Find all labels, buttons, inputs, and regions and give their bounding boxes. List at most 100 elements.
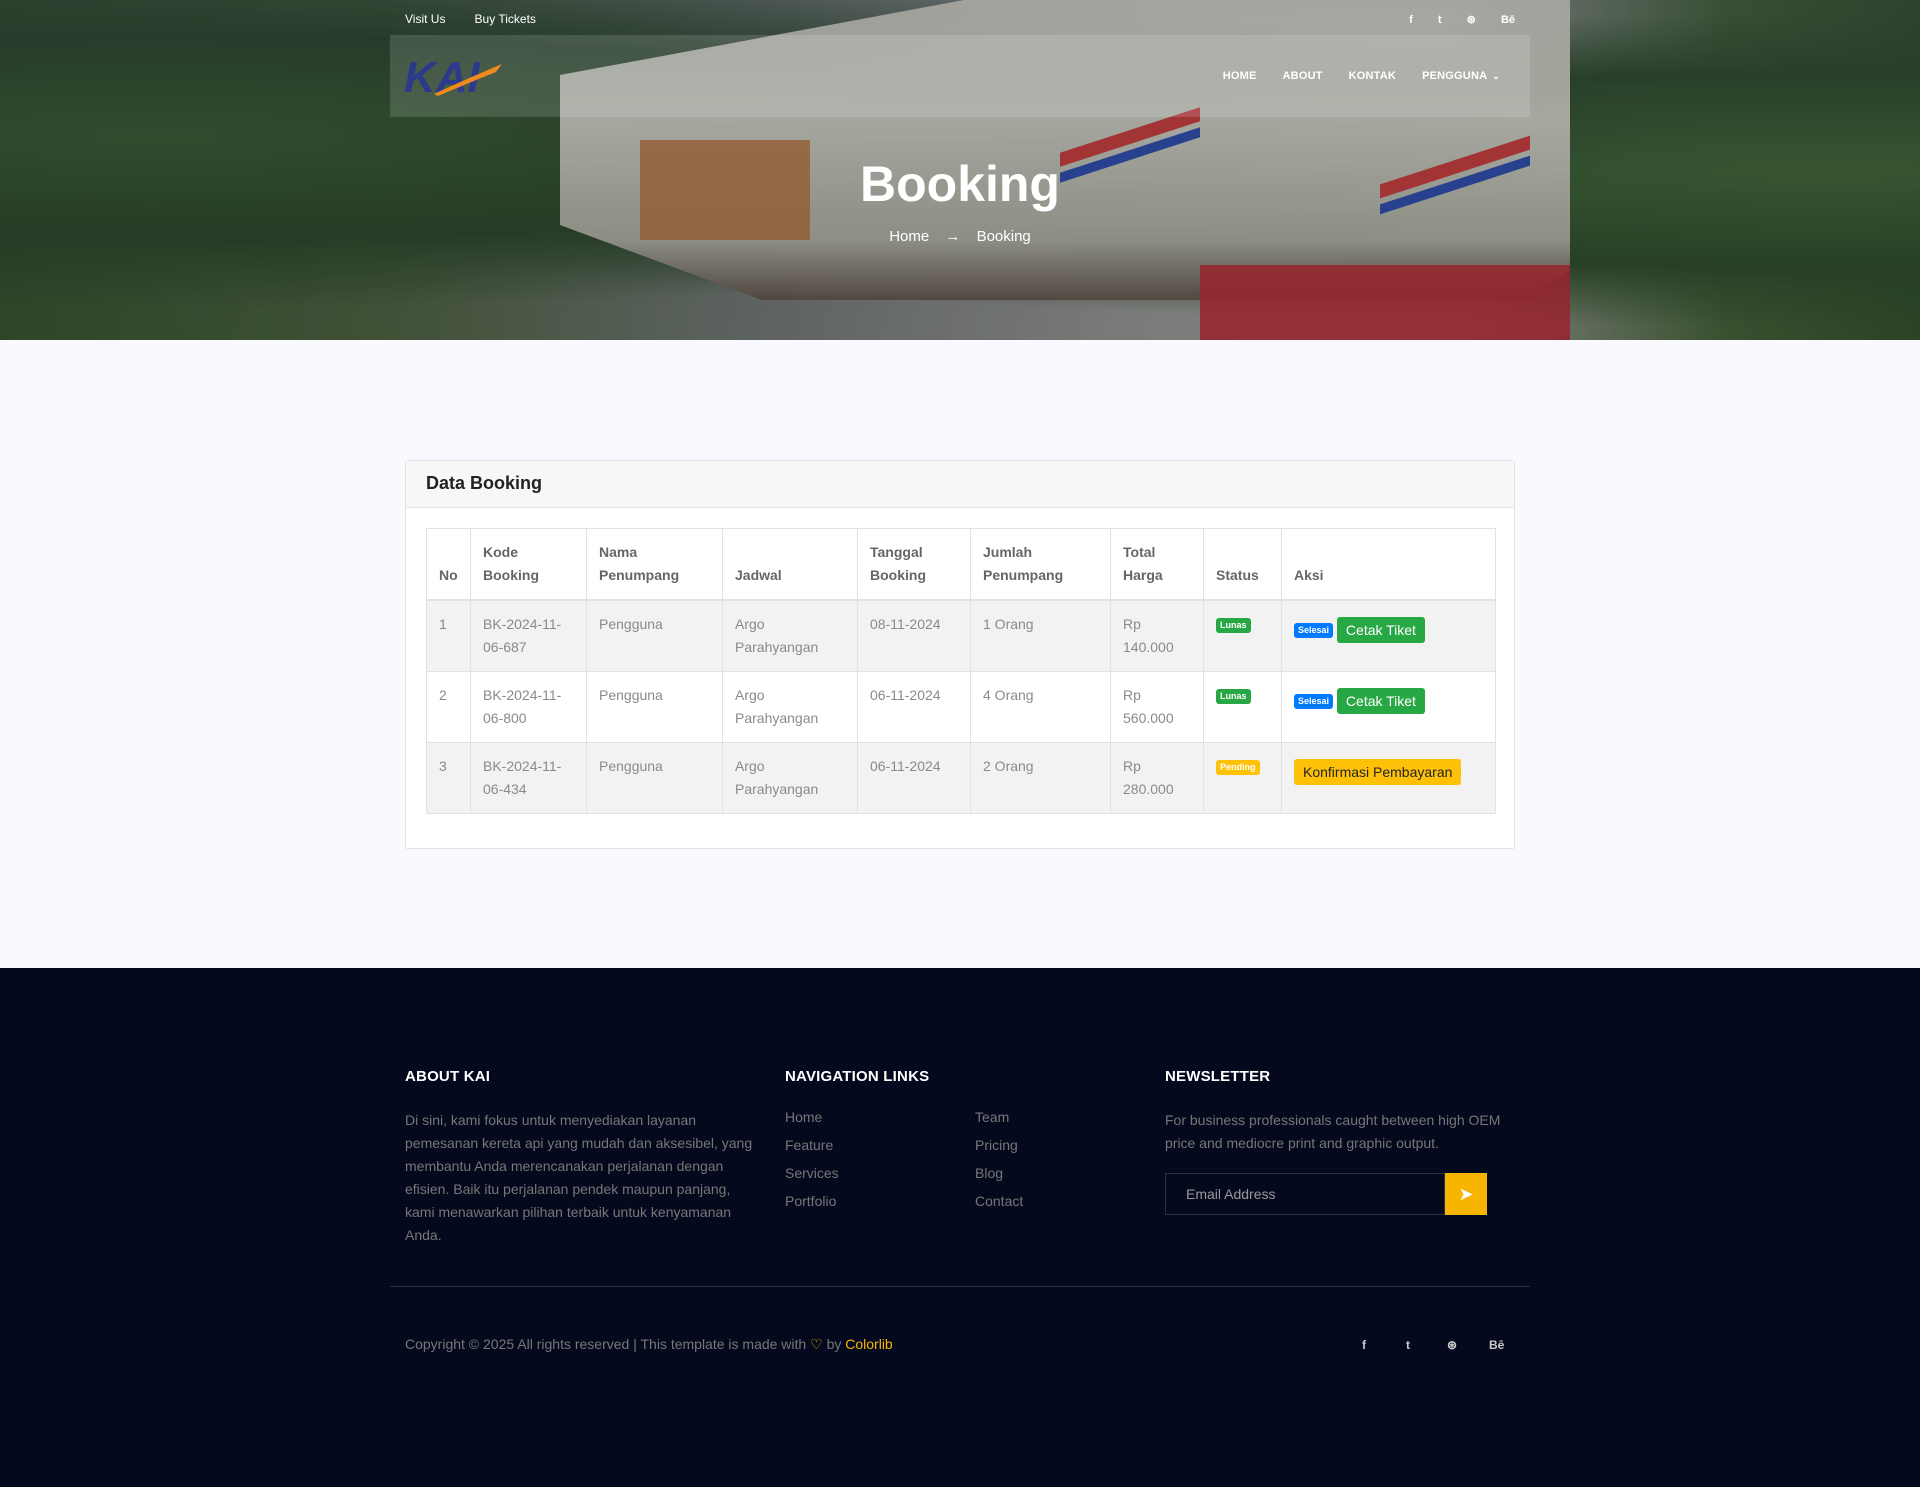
status-badge: Pending: [1216, 759, 1260, 775]
arrow-right-icon: →: [945, 228, 961, 245]
cell-nama: Pengguna: [586, 742, 723, 814]
nav-pengguna[interactable]: PENGGUNA ⌄: [1422, 70, 1500, 82]
footer-link-portfolio[interactable]: Portfolio: [785, 1193, 975, 1209]
kai-logo-mark: KAI: [404, 54, 502, 98]
cell-harga: Rp 140.000: [1110, 599, 1204, 672]
copyright: Copyright © 2025 All rights reserved | T…: [405, 1336, 893, 1353]
behance-icon[interactable]: Bē: [1501, 14, 1515, 26]
twitter-icon[interactable]: t: [1438, 14, 1442, 26]
main-navbar: KAI HOME ABOUT KONTAK PENGGUNA ⌄: [390, 35, 1530, 117]
cell-nama: Pengguna: [586, 599, 723, 672]
cell-no: 3: [426, 742, 471, 814]
footer-link-blog[interactable]: Blog: [975, 1165, 1165, 1181]
cell-jumlah: 2 Orang: [970, 742, 1111, 814]
col-status: Status: [1203, 528, 1282, 601]
cell-jadwal: Argo Parahyangan: [722, 742, 858, 814]
twitter-icon[interactable]: t: [1401, 1338, 1415, 1352]
cetak-tiket-button[interactable]: Cetak Tiket: [1336, 688, 1425, 714]
cell-nama: Pengguna: [586, 671, 723, 743]
subscribe-button[interactable]: ➤: [1445, 1173, 1487, 1215]
col-no: No: [426, 528, 471, 601]
footer-link-team[interactable]: Team: [975, 1109, 1165, 1125]
send-icon: ➤: [1458, 1183, 1474, 1204]
cell-status: Pending: [1203, 742, 1282, 814]
footer-newsletter: NEWSLETTER For business professionals ca…: [1165, 1068, 1525, 1215]
footer-nav-title: NAVIGATION LINKS: [785, 1068, 930, 1085]
footer-newsletter-text: For business professionals caught betwee…: [1165, 1112, 1501, 1151]
cell-tanggal: 06-11-2024: [857, 671, 971, 743]
main-content: Data Booking No Kode Booking Nama Penump…: [0, 340, 1920, 968]
col-kode-booking: Kode Booking: [470, 528, 587, 601]
footer-link-pricing[interactable]: Pricing: [975, 1137, 1165, 1153]
colorlib-link[interactable]: Colorlib: [845, 1336, 892, 1352]
table-row: 1 BK-2024-11-06-687 Pengguna Argo Parahy…: [426, 599, 1496, 672]
cell-tanggal: 08-11-2024: [857, 599, 971, 672]
email-field[interactable]: [1165, 1173, 1445, 1215]
selesai-badge: Selesai: [1294, 693, 1334, 709]
nav-about[interactable]: ABOUT: [1283, 70, 1323, 82]
cell-kode: BK-2024-11-06-687: [470, 599, 587, 672]
breadcrumb: Home → Booking: [0, 228, 1920, 245]
breadcrumb-home[interactable]: Home: [889, 228, 929, 245]
cell-jumlah: 1 Orang: [970, 599, 1111, 672]
booking-card: Data Booking No Kode Booking Nama Penump…: [405, 460, 1515, 849]
col-total-harga: Total Harga: [1110, 528, 1204, 601]
top-bar: Visit Us Buy Tickets f t ⊛ Bē: [405, 0, 1515, 34]
cetak-tiket-button[interactable]: Cetak Tiket: [1336, 617, 1425, 643]
hero-banner: Visit Us Buy Tickets f t ⊛ Bē KAI HOME A…: [0, 0, 1920, 340]
behance-icon[interactable]: Bē: [1489, 1338, 1504, 1352]
footer-link-home[interactable]: Home: [785, 1109, 975, 1125]
chevron-down-icon: ⌄: [1492, 71, 1500, 81]
footer-about-title: ABOUT KAI: [405, 1068, 491, 1085]
cell-jadwal: Argo Parahyangan: [722, 599, 858, 672]
footer-link-services[interactable]: Services: [785, 1165, 975, 1181]
dribbble-icon[interactable]: ⊛: [1467, 14, 1476, 26]
visit-us-link[interactable]: Visit Us: [405, 12, 445, 26]
buy-tickets-link[interactable]: Buy Tickets: [475, 12, 536, 26]
facebook-icon[interactable]: f: [1409, 14, 1413, 26]
footer-link-contact[interactable]: Contact: [975, 1193, 1165, 1209]
col-nama-penumpang: Nama Penumpang: [586, 528, 723, 601]
konfirmasi-pembayaran-button[interactable]: Konfirmasi Pembayaran: [1294, 759, 1462, 785]
col-aksi: Aksi: [1281, 528, 1496, 601]
footer: ABOUT KAI Di sini, kami fokus untuk meny…: [0, 968, 1920, 1487]
table-row: 3 BK-2024-11-06-434 Pengguna Argo Parahy…: [426, 742, 1496, 814]
card-header: Data Booking: [406, 461, 1514, 508]
breadcrumb-current: Booking: [976, 228, 1031, 245]
cell-status: Lunas: [1203, 599, 1282, 672]
selesai-badge: Selesai: [1294, 622, 1334, 638]
status-badge: Lunas: [1216, 617, 1251, 633]
cell-no: 1: [426, 599, 471, 672]
col-tanggal-booking: Tanggal Booking: [857, 528, 971, 601]
footer-nav-links: Home Team Feature Pricing Services Blog …: [785, 1109, 1165, 1209]
cell-harga: Rp 280.000: [1110, 742, 1204, 814]
card-title: Data Booking: [426, 473, 543, 493]
cell-status: Lunas: [1203, 671, 1282, 743]
footer-newsletter-title: NEWSLETTER: [1165, 1068, 1271, 1085]
col-jadwal: Jadwal: [722, 528, 858, 601]
cell-aksi: Selesai Cetak Tiket: [1281, 599, 1496, 672]
nav-menu: HOME ABOUT KONTAK PENGGUNA ⌄: [1197, 70, 1500, 82]
cell-no: 2: [426, 671, 471, 743]
cell-harga: Rp 560.000: [1110, 671, 1204, 743]
table-row: 2 BK-2024-11-06-800 Pengguna Argo Parahy…: [426, 671, 1496, 743]
cell-aksi: Selesai Cetak Tiket: [1281, 671, 1496, 743]
top-links: Visit Us Buy Tickets: [405, 8, 560, 27]
kai-logo[interactable]: KAI: [404, 54, 504, 98]
footer-about: ABOUT KAI Di sini, kami fokus untuk meny…: [405, 1068, 755, 1247]
dribbble-icon[interactable]: ⊛: [1445, 1338, 1459, 1352]
footer-social: f t ⊛ Bē: [1357, 1338, 1533, 1352]
nav-kontak[interactable]: KONTAK: [1349, 70, 1396, 82]
booking-table: No Kode Booking Nama Penumpang Jadwal Ta…: [426, 528, 1496, 814]
table-header-row: No Kode Booking Nama Penumpang Jadwal Ta…: [426, 528, 1496, 601]
footer-link-feature[interactable]: Feature: [785, 1137, 975, 1153]
nav-home[interactable]: HOME: [1223, 70, 1257, 82]
footer-divider: [390, 1286, 1530, 1287]
page-title: Booking: [860, 156, 1060, 212]
heart-icon: ♡: [810, 1336, 823, 1352]
status-badge: Lunas: [1216, 688, 1251, 704]
copyright-by: by: [826, 1336, 842, 1352]
facebook-icon[interactable]: f: [1357, 1338, 1371, 1352]
footer-navigation: NAVIGATION LINKS Home Team Feature Prici…: [785, 1068, 1165, 1209]
newsletter-form: ➤: [1165, 1173, 1525, 1215]
